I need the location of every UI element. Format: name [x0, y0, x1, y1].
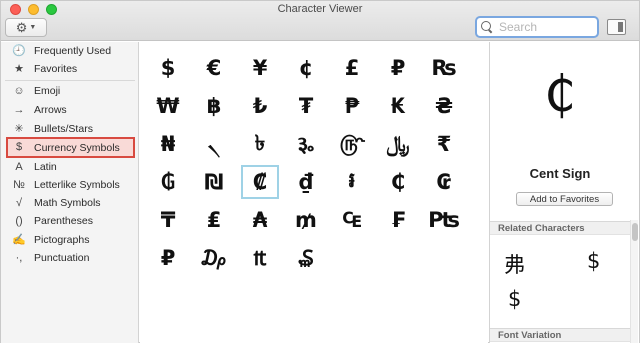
character-cell[interactable]: ₲ [149, 165, 187, 199]
character-cell[interactable]: ৳ [241, 127, 279, 161]
search-icon [481, 21, 493, 33]
character-cell[interactable]: ₨ [425, 51, 463, 85]
arrow-icon: → [13, 103, 25, 116]
character-cell[interactable]: ৲ [195, 127, 233, 161]
character-cell[interactable]: ₪ [195, 165, 233, 199]
character-cell[interactable]: ₱ [333, 89, 371, 123]
character-cell[interactable]: ₳ [241, 203, 279, 237]
related-character[interactable]: 弗 [504, 249, 525, 279]
sidebar-item-label: Favorites [34, 63, 78, 75]
character-cell[interactable]: ₥ [287, 203, 325, 237]
sidebar-item-label: Letterlike Symbols [34, 179, 120, 191]
sidebar-item-label: Punctuation [34, 252, 90, 264]
search-input[interactable] [499, 20, 589, 34]
character-cell[interactable]: ₷ [287, 241, 325, 275]
sidebar-item-label: Parentheses [34, 215, 93, 227]
character-cell[interactable]: ฿ [195, 89, 233, 123]
font-variation-header: Font Variation [490, 328, 630, 342]
character-cell[interactable]: ¢ [287, 51, 325, 85]
character-cell[interactable]: ₽ [379, 51, 417, 85]
character-cell[interactable]: ₽ [149, 241, 187, 275]
sidebar-item-math-symbols[interactable]: √ Math Symbols [1, 194, 139, 212]
sidebar-item-label: Pictographs [34, 234, 90, 246]
sidebar-item-favorites[interactable]: ★ Favorites [1, 60, 139, 78]
character-name: Cent Sign [529, 166, 591, 181]
sidebar-divider [5, 80, 135, 81]
action-menu-button[interactable]: ⚙ ▼ [5, 18, 47, 37]
character-cell[interactable]: ﷼ [379, 127, 417, 161]
character-cell[interactable]: ௹ [333, 127, 371, 161]
star-icon: ★ [14, 62, 24, 75]
character-cell[interactable]: ₠ [333, 203, 371, 237]
sidebar-item-arrows[interactable]: → Arrows [1, 101, 139, 119]
sidebar-item-label: Frequently Used [34, 45, 112, 57]
smiley-icon: ☺ [13, 84, 25, 97]
character-cell[interactable]: ૱ [287, 127, 325, 161]
square-root-icon: √ [15, 196, 23, 209]
toggle-panel-button[interactable] [607, 19, 626, 35]
info-scrollbar[interactable] [630, 220, 638, 343]
related-characters-header: Related Characters [490, 221, 630, 235]
sidebar-item-letterlike-symbols[interactable]: № Letterlike Symbols [1, 176, 139, 194]
character-cell[interactable]: ₯ [195, 241, 233, 275]
character-cell[interactable]: ₶ [241, 241, 279, 275]
sidebar-item-emoji[interactable]: ☺ Emoji [1, 82, 139, 100]
add-to-favorites-button[interactable]: Add to Favorites [516, 192, 613, 206]
sidebar-item-label: Arrows [34, 104, 67, 116]
character-cell[interactable]: $ [149, 51, 187, 85]
related-character[interactable]: $ [587, 249, 600, 273]
category-sidebar: 🕘 Frequently Used ★ Favorites ☺ Emoji → … [1, 42, 139, 343]
character-cell[interactable]: £ [333, 51, 371, 85]
character-cell[interactable]: ¥ [241, 51, 279, 85]
dollar-icon: $ [15, 141, 23, 153]
clock-icon: 🕘 [12, 44, 26, 57]
character-cell[interactable]: ₤ [195, 203, 233, 237]
sidebar-item-bullets-stars[interactable]: ✳ Bullets/Stars [1, 120, 139, 138]
sidebar-item-label: Currency Symbols [34, 141, 120, 154]
letter-a-icon: A [15, 160, 23, 173]
character-cell[interactable]: € [195, 51, 233, 85]
sidebar-item-currency-symbols[interactable]: $ Currency Symbols [6, 137, 135, 158]
character-cell[interactable]: ₵ [379, 165, 417, 199]
character-cell[interactable]: ₣ [379, 203, 417, 237]
character-cell[interactable]: ₹ [425, 127, 463, 161]
character-cell[interactable]: ₦ [149, 127, 187, 161]
numero-icon: № [13, 178, 25, 191]
character-cell[interactable]: ₺ [241, 89, 279, 123]
character-cell[interactable]: ₮ [287, 89, 325, 123]
sidebar-item-parentheses[interactable]: () Parentheses [1, 212, 139, 230]
search-field[interactable] [475, 16, 599, 38]
character-cell[interactable]: ₢ [425, 165, 463, 199]
character-grid: $ € ¥ ¢ £ ₽ ₨ ₩ ฿ ₺ ₮ ₱ ₭ ₴ ₦ ৲ ৳ ૱ ௹ ﷼ ₹ ₲ ₪ ₡ ₫ ៛ ₵ ₢ ₸ ₤ ₳ ₥ ₠ ₣ ₧ ₽ ₯ ₶ ₷ [140, 42, 488, 343]
chevron-down-icon: ▼ [29, 24, 37, 31]
title-bar: Character Viewer ⚙ ▼ [1, 1, 639, 41]
sidebar-item-latin[interactable]: A Latin [1, 158, 139, 176]
sidebar-item-label: Emoji [34, 85, 61, 97]
character-cell[interactable]: ₴ [425, 89, 463, 123]
punctuation-icon: ·, [15, 251, 23, 264]
window-title: Character Viewer [277, 3, 363, 15]
sidebar-item-frequently-used[interactable]: 🕘 Frequently Used [1, 42, 139, 60]
sidebar-item-label: Latin [34, 161, 57, 173]
writing-hand-icon: ✍ [12, 233, 26, 246]
character-preview: ₵ [544, 65, 576, 123]
sidebar-item-pictographs[interactable]: ✍ Pictographs [1, 231, 139, 249]
asterisk-icon: ✳ [14, 122, 24, 135]
character-viewer-window: Character Viewer ⚙ ▼ 🕘 Frequently Used ★… [0, 0, 640, 343]
sidebar-item-punctuation[interactable]: ·, Punctuation [1, 249, 139, 267]
character-cell[interactable]: ₸ [149, 203, 187, 237]
related-character[interactable]: $ [508, 287, 521, 311]
character-cell[interactable]: ₭ [379, 89, 417, 123]
character-cell[interactable]: ₧ [425, 203, 463, 237]
sidebar-item-label: Bullets/Stars [34, 123, 93, 135]
scrollbar-thumb[interactable] [632, 223, 638, 241]
character-cell[interactable]: ₩ [149, 89, 187, 123]
selected-character-cell[interactable]: ₡ [241, 165, 279, 199]
sidebar-item-label: Math Symbols [34, 197, 101, 209]
character-cell[interactable]: ₫ [287, 165, 325, 199]
character-cell[interactable]: ៛ [333, 165, 371, 199]
character-info-panel: ₵ Cent Sign Add to Favorites Related Cha… [489, 42, 639, 343]
gear-icon: ⚙ [15, 20, 28, 35]
parentheses-icon: () [15, 214, 23, 227]
